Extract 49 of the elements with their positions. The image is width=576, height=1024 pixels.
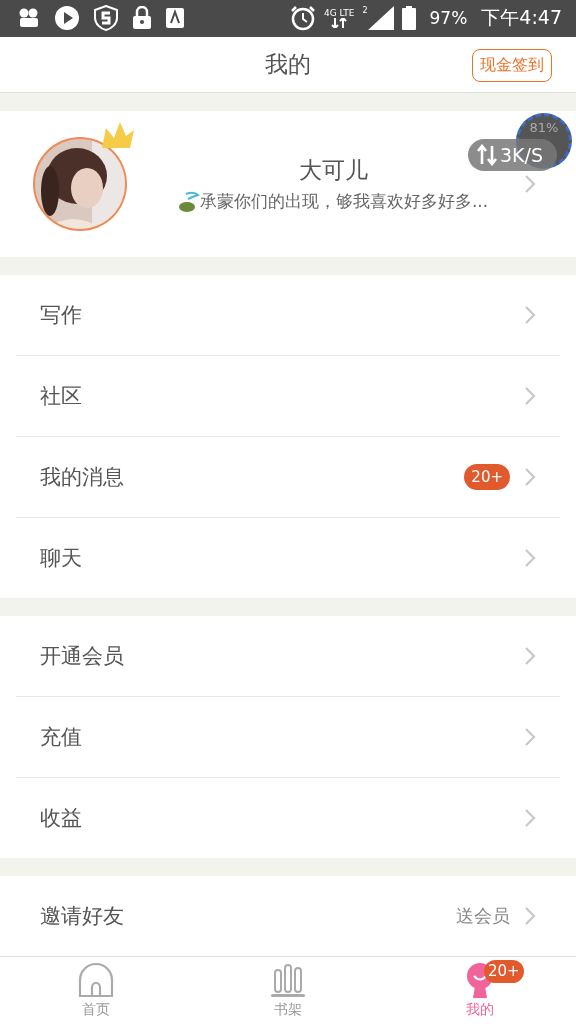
chevron-icon (524, 727, 536, 748)
menu-label: 充值 (40, 724, 82, 752)
menu-item[interactable]: 写作 (16, 275, 560, 357)
menu-item[interactable]: 社区 (16, 356, 560, 438)
crown-icon (100, 120, 136, 151)
chevron-icon (524, 174, 536, 195)
leaf-icon (177, 190, 200, 213)
chevron-icon (524, 305, 536, 326)
network-speed: 3K/S (500, 144, 543, 166)
network-type: 4G LTE (323, 9, 355, 18)
home-icon (78, 962, 114, 999)
transfer-icon (476, 144, 498, 166)
menu-item[interactable]: 收益 (16, 778, 560, 859)
data-arrows-icon (331, 18, 348, 28)
menu-label: 邀请好友 (40, 903, 124, 931)
page-title: 我的 (265, 50, 311, 80)
chevron-icon (524, 386, 536, 407)
user-name: 大可儿 (298, 156, 368, 186)
count-badge: 20+ (464, 464, 510, 491)
chevron-icon (524, 808, 536, 829)
menu-label: 写作 (40, 302, 82, 330)
nav-tab[interactable]: 20+ 我的 (384, 957, 576, 1024)
chevron-icon (524, 646, 536, 667)
chevron-icon (524, 906, 536, 927)
play-icon (54, 5, 80, 32)
menu-item[interactable]: 开通会员 (16, 616, 560, 698)
count-badge: 20+ (484, 960, 524, 984)
menu-label: 我的消息 (40, 464, 124, 492)
menu-label: 聊天 (40, 545, 82, 573)
clock-time: 下午4:47 (481, 5, 562, 31)
signal-icon (367, 6, 394, 31)
sim-number: 2 (362, 6, 368, 16)
menu-item[interactable]: 充值 (16, 697, 560, 779)
battery-icon (401, 6, 416, 31)
battery-percent: 97% (429, 8, 468, 29)
lock-icon (132, 6, 152, 31)
alarm-icon (289, 5, 316, 32)
user-signature: 承蒙你们的出现，够我喜欢好多好多... (199, 190, 489, 214)
menu-detail: 送会员 (456, 904, 510, 929)
shield-icon (94, 5, 118, 32)
app-icon (166, 8, 184, 29)
chevron-icon (524, 467, 536, 488)
menu-label: 收益 (40, 805, 82, 833)
menu-item[interactable]: 聊天 (16, 518, 560, 599)
bookshelf-icon (270, 962, 306, 999)
menu-label: 社区 (40, 383, 82, 411)
chevron-icon (524, 548, 536, 569)
menu-item[interactable]: 我的消息 20+ (16, 437, 560, 519)
menu-label: 开通会员 (40, 643, 124, 671)
